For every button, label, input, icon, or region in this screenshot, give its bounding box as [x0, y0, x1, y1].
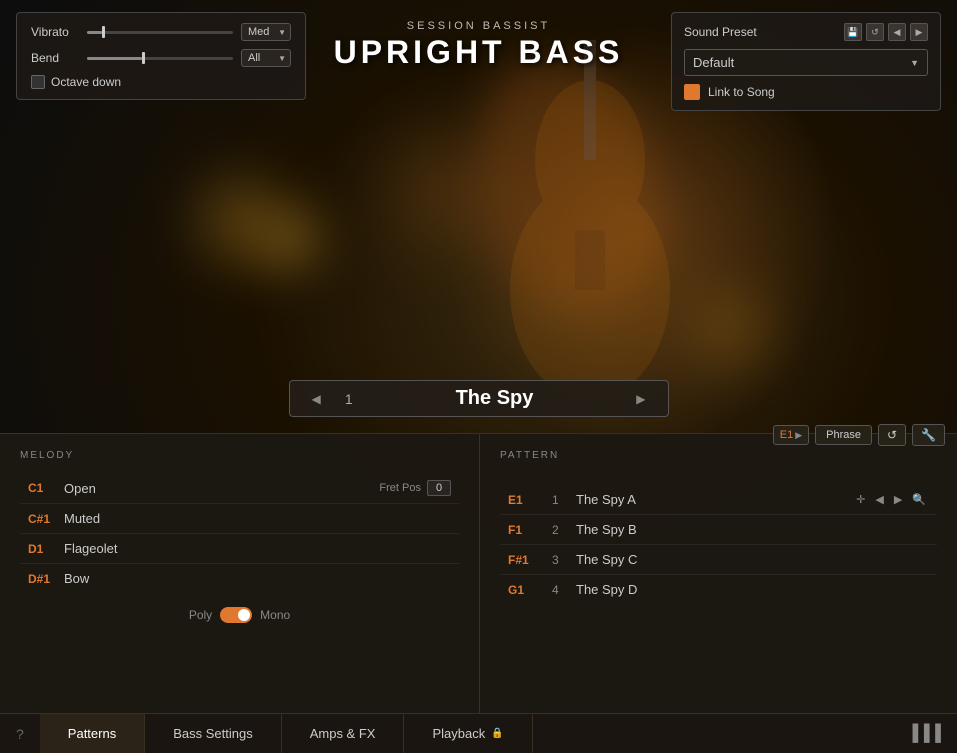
song-selector: ◀ 1 The Spy ▶	[289, 380, 669, 417]
header: Vibrato Med Bend All Octave down	[0, 0, 957, 130]
preset-next-icon[interactable]: ▶	[910, 23, 928, 41]
bend-slider-fill	[87, 57, 142, 60]
prev-icon-0[interactable]: ◀	[872, 492, 886, 507]
melody-row-2[interactable]: D1 Flageolet	[20, 534, 459, 563]
controls-bar: E1 ▶ Phrase ↺ 🔧	[761, 424, 957, 446]
melody-note-0: C1	[28, 481, 64, 495]
pattern-name-2: The Spy C	[576, 552, 929, 567]
mode-button[interactable]: Phrase	[815, 425, 872, 445]
mono-label: Mono	[260, 608, 290, 622]
melody-note-2: D1	[28, 542, 64, 556]
tab-right-icons: ▐▐▐	[891, 725, 957, 743]
preset-title: Sound Preset	[684, 25, 757, 39]
song-prev-button[interactable]: ◀	[306, 390, 327, 408]
melody-row-0[interactable]: C1 Open Fret Pos 0	[20, 473, 459, 503]
pattern-section: PATTERN E1 1 The Spy A ✛ ◀ ▶ 🔍 F1 2 The …	[480, 434, 957, 713]
preset-refresh-icon[interactable]: ↺	[866, 23, 884, 41]
octave-row: Octave down	[31, 75, 291, 89]
preset-header: Sound Preset 💾 ↺ ◀ ▶	[684, 23, 928, 41]
bend-control: Bend All	[31, 49, 291, 67]
vibrato-label: Vibrato	[31, 25, 79, 39]
pattern-note-1: F1	[508, 523, 544, 537]
pattern-note-0: E1	[508, 493, 544, 507]
bottom-tabs: ? Patterns Bass Settings Amps & FX Playb…	[0, 713, 957, 753]
link-indicator	[684, 84, 700, 100]
pattern-name-3: The Spy D	[576, 582, 929, 597]
octave-checkbox[interactable]	[31, 75, 45, 89]
pattern-num-2: 3	[552, 553, 568, 567]
melody-note-3: D#1	[28, 572, 64, 586]
bend-label: Bend	[31, 51, 79, 65]
tab-bass-settings[interactable]: Bass Settings	[145, 714, 282, 753]
pattern-row-0[interactable]: E1 1 The Spy A ✛ ◀ ▶ 🔍	[500, 485, 937, 514]
poly-mono-row: Poly Mono	[20, 607, 459, 623]
controls-left-panel: Vibrato Med Bend All Octave down	[16, 12, 306, 100]
poly-label: Poly	[189, 608, 212, 622]
bend-slider-thumb[interactable]	[142, 52, 145, 64]
melody-name-3: Bow	[64, 571, 451, 586]
mode-cycle-icon[interactable]: ↺	[878, 424, 906, 446]
fret-label-0: Fret Pos	[379, 482, 421, 494]
move-icon-0[interactable]: ✛	[853, 492, 868, 507]
octave-label: Octave down	[51, 75, 121, 89]
playback-lock-icon: 🔒	[491, 728, 503, 739]
pattern-name-1: The Spy B	[576, 522, 929, 537]
melody-section-label: MELODY	[20, 450, 459, 461]
bars-icon[interactable]: ▐▐▐	[891, 725, 957, 743]
pattern-section-label: PATTERN	[500, 450, 559, 461]
poly-mono-toggle[interactable]	[220, 607, 252, 623]
vibrato-slider-thumb[interactable]	[102, 26, 105, 38]
vibrato-slider-fill	[87, 31, 102, 34]
vibrato-control: Vibrato Med	[31, 23, 291, 41]
pattern-note-2: F#1	[508, 553, 544, 567]
vibrato-slider[interactable]	[87, 31, 233, 34]
preset-save-icon[interactable]: 💾	[844, 23, 862, 41]
preset-dropdown[interactable]: Default	[684, 49, 928, 76]
song-title: The Spy	[371, 387, 619, 410]
song-number: 1	[339, 391, 359, 407]
fret-value-0: 0	[427, 480, 451, 496]
next-icon-0[interactable]: ▶	[891, 492, 905, 507]
melody-name-0: Open	[64, 481, 379, 496]
pattern-row-2[interactable]: F#1 3 The Spy C	[500, 545, 937, 574]
key-badge[interactable]: E1 ▶	[773, 425, 809, 445]
pattern-row-3[interactable]: G1 4 The Spy D	[500, 575, 937, 604]
pattern-num-0: 1	[552, 493, 568, 507]
melody-name-2: Flageolet	[64, 541, 451, 556]
tab-playback[interactable]: Playback 🔒	[404, 714, 532, 753]
controls-right-panel: Sound Preset 💾 ↺ ◀ ▶ Default Link to Son…	[671, 12, 941, 111]
melody-section: MELODY C1 Open Fret Pos 0 C#1 Muted D1 F…	[0, 434, 480, 713]
bend-slider[interactable]	[87, 57, 233, 60]
wrench-button[interactable]: 🔧	[912, 424, 945, 446]
melody-name-1: Muted	[64, 511, 451, 526]
bend-dropdown[interactable]: All	[241, 49, 291, 67]
pattern-row-1[interactable]: F1 2 The Spy B	[500, 515, 937, 544]
link-label: Link to Song	[708, 85, 775, 99]
pattern-actions-0: ✛ ◀ ▶ 🔍	[853, 492, 929, 507]
pattern-name-0: The Spy A	[576, 492, 845, 507]
tab-patterns[interactable]: Patterns	[40, 714, 145, 753]
preset-prev-icon[interactable]: ◀	[888, 23, 906, 41]
melody-row-3[interactable]: D#1 Bow	[20, 564, 459, 593]
pattern-num-1: 2	[552, 523, 568, 537]
pattern-num-3: 4	[552, 583, 568, 597]
melody-note-1: C#1	[28, 512, 64, 526]
pattern-note-3: G1	[508, 583, 544, 597]
link-row: Link to Song	[684, 84, 928, 100]
help-button[interactable]: ?	[0, 726, 40, 742]
preset-icons: 💾 ↺ ◀ ▶	[844, 23, 928, 41]
vibrato-dropdown[interactable]: Med	[241, 23, 291, 41]
search-icon-0[interactable]: 🔍	[909, 492, 929, 507]
melody-row-1[interactable]: C#1 Muted	[20, 504, 459, 533]
bottom-panel: MELODY C1 Open Fret Pos 0 C#1 Muted D1 F…	[0, 433, 957, 713]
pattern-header: PATTERN	[500, 450, 937, 473]
tab-amps-fx[interactable]: Amps & FX	[282, 714, 405, 753]
toggle-thumb	[238, 609, 250, 621]
song-next-button[interactable]: ▶	[630, 390, 651, 408]
